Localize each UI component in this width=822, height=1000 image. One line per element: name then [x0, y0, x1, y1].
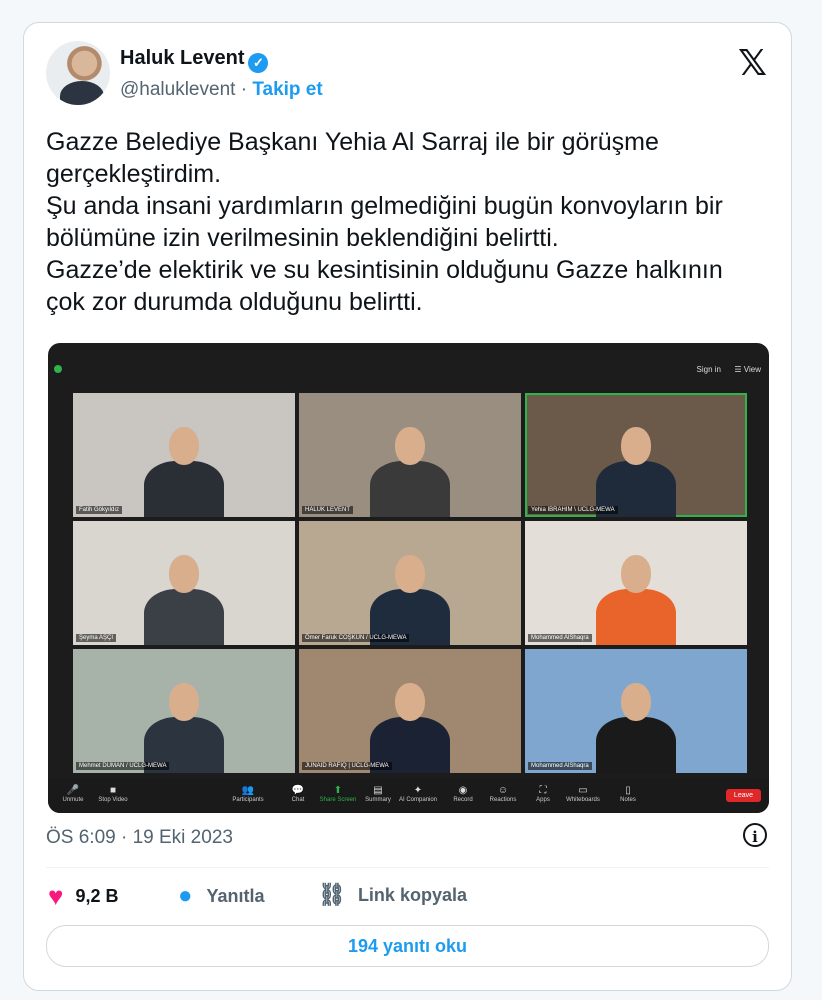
participant-head: [621, 427, 651, 465]
participant-head: [621, 683, 651, 721]
comment-bubble-icon: ●: [178, 882, 193, 909]
toolbar-label: Notes: [620, 797, 636, 803]
tweet-media-image[interactable]: Sign in ☰ View Fatih Gökyıldız HALUK LEVE…: [48, 343, 769, 813]
participant-video: [144, 417, 224, 517]
participant-name-label: Yehia IBRAHIM \ UCLG-MEWA: [528, 506, 618, 514]
participant-name-label: HALUK LEVENT: [302, 506, 354, 514]
follow-button[interactable]: Takip et: [252, 79, 322, 100]
author-handle-row: @haluklevent · Takip et: [120, 79, 323, 101]
participant-head: [621, 555, 651, 593]
participant-name-label: Şeyma AŞÇI: [76, 634, 117, 642]
toolbar-icon: 👥: [241, 785, 255, 796]
participant-name-label: Ömer Faruk COŞKUN / UCLG-MEWA: [302, 634, 410, 642]
meeting-toolbar: Leave 🎤 Unmute ■ Stop Video 👥 Participants 💬 Ch…: [48, 779, 769, 813]
toolbar-icon: ■: [109, 785, 117, 796]
participant-video: [370, 417, 450, 517]
participant-body: [144, 461, 224, 517]
reply-label: Yanıtla: [206, 885, 265, 906]
toolbar-label: Apps: [536, 797, 550, 803]
participant-video: [596, 673, 676, 773]
toolbar-icon: ▭: [578, 785, 588, 796]
participant-name-label: Mohammed AlShaqra: [528, 634, 592, 642]
toolbar-item: ■ Stop Video: [88, 785, 138, 803]
secure-indicator-icon: [54, 365, 62, 373]
toolbar-label: AI Companion: [398, 797, 438, 803]
participant-head: [169, 427, 199, 465]
toolbar-label: Record: [453, 797, 473, 803]
video-tile: HALUK LEVENT: [299, 393, 521, 517]
info-icon[interactable]: i: [743, 823, 767, 847]
participant-body: [370, 461, 450, 517]
video-tile: Mehmet DUMAN / UCLG-MEWA: [73, 649, 295, 773]
participant-head: [169, 683, 199, 721]
participant-name-label: Fatih Gökyıldız: [76, 506, 123, 514]
video-tile: Fatih Gökyıldız: [73, 393, 295, 517]
tweet-line: Gazze Belediye Başkanı Yehia Al Sarraj i…: [46, 128, 659, 188]
divider: [46, 867, 769, 868]
video-tile: Mohammed AlShaqra: [525, 649, 747, 773]
participant-video: [370, 545, 450, 645]
sign-in-label: Sign in: [696, 365, 721, 374]
video-tile: Yehia IBRAHIM \ UCLG-MEWA: [525, 393, 747, 517]
participant-name-label: Mohammed AlShaqra: [528, 762, 592, 770]
read-replies-button[interactable]: 194 yanıtı oku: [46, 925, 769, 967]
x-logo-icon[interactable]: 𝕏: [738, 43, 767, 84]
toolbar-icon: ✦: [413, 785, 423, 796]
participant-head: [169, 555, 199, 593]
participant-body: [596, 589, 676, 645]
like-button[interactable]: ♥ 9,2 B: [48, 883, 118, 909]
author-avatar[interactable]: [46, 41, 110, 105]
toolbar-label: Reactions: [489, 797, 517, 803]
participant-video: [596, 417, 676, 517]
tweet-timestamp[interactable]: ÖS 6:09 · 19 Eki 2023: [46, 827, 233, 849]
toolbar-label: Participants: [232, 797, 264, 803]
participant-video: [596, 545, 676, 645]
video-grid: Fatih Gökyıldız HALUK LEVENT Yehia IBRAHIM…: [73, 393, 747, 773]
copy-link-label: Link kopyala: [357, 885, 467, 905]
tweet-text: Gazze Belediye Başkanı Yehia Al Sarraj i…: [46, 126, 766, 318]
separator-dot: ·: [240, 79, 248, 100]
toolbar-item: ✦ AI Companion: [393, 785, 443, 803]
participant-video: [144, 545, 224, 645]
participant-body: [596, 717, 676, 773]
toolbar-icon: ▯: [625, 785, 631, 796]
toolbar-label: Unmute: [62, 797, 84, 803]
heart-icon: ♥: [48, 881, 64, 911]
participant-video: [370, 673, 450, 773]
participant-body: [144, 589, 224, 645]
like-count: 9,2 B: [75, 885, 119, 906]
participant-head: [395, 683, 425, 721]
leave-button: Leave: [725, 789, 761, 802]
video-tile: Ömer Faruk COŞKUN / UCLG-MEWA: [299, 521, 521, 645]
video-tile: Mohammed AlShaqra: [525, 521, 747, 645]
reply-button[interactable]: ● Yanıtla: [178, 883, 265, 909]
participant-name-label: JUNAID RAFIQ | UCLG-MEWA: [302, 762, 392, 770]
copy-link-button[interactable]: ⛓ Link kopyala: [318, 883, 467, 908]
toolbar-label: Summary: [365, 797, 391, 803]
toolbar-label: Stop Video: [98, 797, 128, 803]
participant-head: [395, 427, 425, 465]
toolbar-item: ▯ Notes: [603, 785, 653, 803]
participant-name-label: Mehmet DUMAN / UCLG-MEWA: [76, 762, 170, 770]
toolbar-item: 👥 Participants: [223, 785, 273, 803]
participant-video: [144, 673, 224, 773]
toolbar-label: Whiteboards: [566, 797, 600, 803]
toolbar-label: Share Screen: [319, 797, 357, 803]
video-tile: Şeyma AŞÇI: [73, 521, 295, 645]
participant-head: [395, 555, 425, 593]
video-tile: JUNAID RAFIQ | UCLG-MEWA: [299, 649, 521, 773]
tweet-card: Haluk Levent ✓ @haluklevent · Takip et 𝕏 …: [23, 22, 792, 991]
toolbar-label: Chat: [291, 797, 305, 803]
view-label: ☰ View: [734, 365, 761, 374]
link-icon: ⛓: [318, 883, 346, 908]
author-handle[interactable]: @haluklevent: [120, 79, 235, 100]
author-name-text[interactable]: Haluk Levent: [120, 47, 244, 69]
author-name[interactable]: Haluk Levent ✓: [120, 47, 269, 73]
tweet-line: Şu anda insani yardımların gelmediğini b…: [46, 192, 723, 252]
meeting-top-bar: Sign in ☰ View: [48, 363, 769, 377]
verified-badge-icon: ✓: [248, 53, 269, 73]
tweet-line: Gazze’de elektirik ve su kesintisinin ol…: [46, 256, 723, 316]
toolbar-item: ▭ Whiteboards: [558, 785, 608, 803]
